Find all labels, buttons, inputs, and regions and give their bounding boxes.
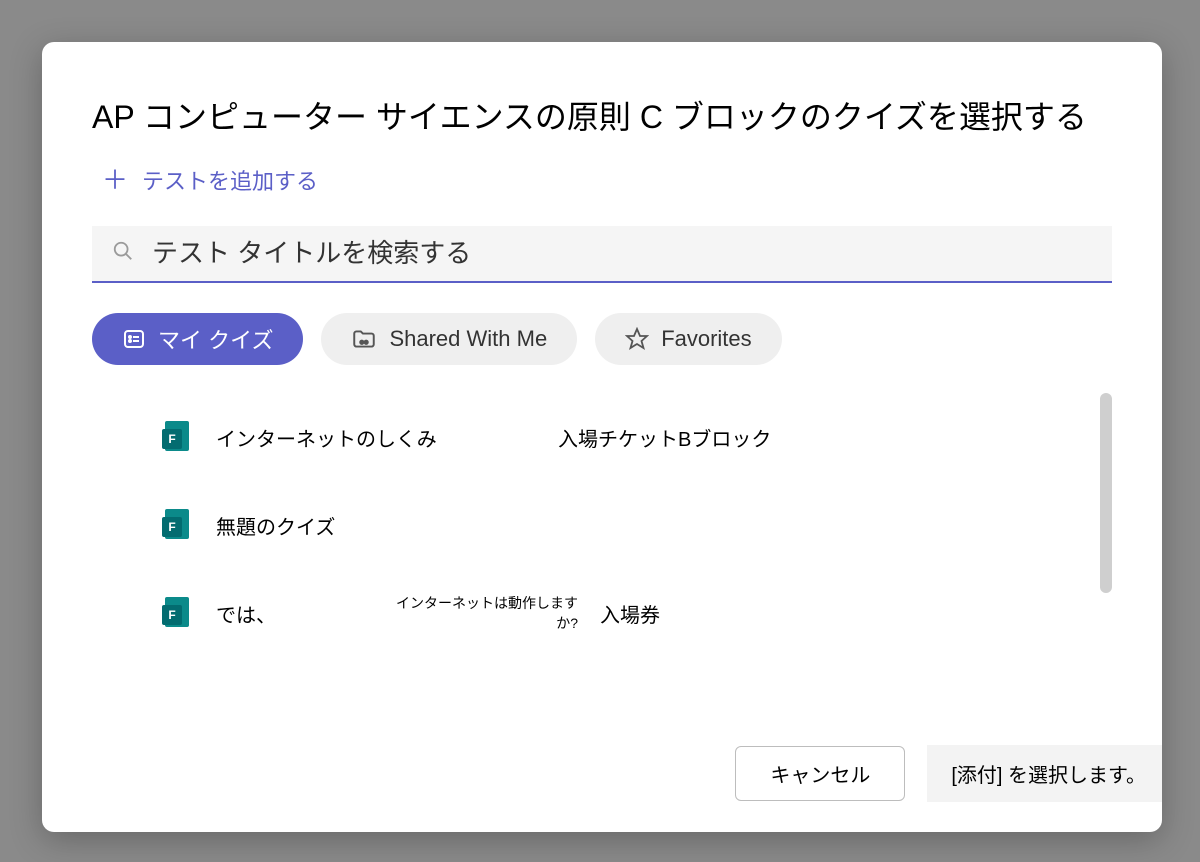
folder-shared-icon bbox=[351, 326, 377, 352]
tab-favorites[interactable]: Favorites bbox=[595, 313, 781, 365]
add-test-label: テストを追加する bbox=[142, 164, 318, 196]
quiz-list: F インターネットのしくみ 入場チケットBブロック F 無題のクイズ F では、… bbox=[92, 393, 1112, 657]
add-test-button[interactable]: ＋ テストを追加する bbox=[102, 164, 318, 196]
tab-my-quizzes[interactable]: マイ クイズ bbox=[92, 313, 303, 365]
cancel-button[interactable]: キャンセル bbox=[735, 746, 905, 801]
tab-label: Favorites bbox=[661, 326, 751, 352]
search-input[interactable] bbox=[152, 238, 1092, 269]
tab-label: マイ クイズ bbox=[158, 323, 273, 355]
search-icon bbox=[112, 240, 134, 268]
search-bar[interactable] bbox=[92, 226, 1112, 283]
tab-label: Shared With Me bbox=[389, 326, 547, 352]
quiz-list-item[interactable]: F では、 インターネットは動作しますか? 入場券 bbox=[162, 569, 1072, 657]
quiz-note: インターネットは動作しますか? bbox=[378, 593, 578, 633]
quiz-list-item[interactable]: F 無題のクイズ bbox=[162, 481, 1072, 569]
quiz-title: では、 bbox=[216, 599, 356, 628]
attach-button[interactable]: [添付] を選択します。 bbox=[927, 745, 1162, 802]
quiz-subtitle: 入場チケットBブロック bbox=[558, 423, 771, 452]
forms-icon: F bbox=[162, 509, 194, 541]
filter-tabs: マイ クイズ Shared With Me Favorites bbox=[92, 313, 1112, 365]
star-icon bbox=[625, 327, 649, 351]
tab-shared-with-me[interactable]: Shared With Me bbox=[321, 313, 577, 365]
quiz-title: 無題のクイズ bbox=[216, 511, 536, 540]
quiz-picker-dialog: AP コンピューター サイエンスの原則 C ブロックのクイズを選択する ＋ テス… bbox=[42, 42, 1162, 832]
forms-icon: F bbox=[162, 421, 194, 453]
forms-icon: F bbox=[162, 597, 194, 629]
quiz-title: インターネットのしくみ bbox=[216, 423, 536, 452]
dialog-title: AP コンピューター サイエンスの原則 C ブロックのクイズを選択する bbox=[92, 92, 1112, 138]
quiz-list-area: F インターネットのしくみ 入場チケットBブロック F 無題のクイズ F では、… bbox=[92, 393, 1112, 725]
list-icon bbox=[122, 327, 146, 351]
quiz-list-item[interactable]: F インターネットのしくみ 入場チケットBブロック bbox=[162, 393, 1072, 481]
dialog-footer: キャンセル [添付] を選択します。 bbox=[92, 725, 1112, 802]
plus-icon: ＋ bbox=[102, 167, 128, 193]
scrollbar[interactable] bbox=[1100, 393, 1112, 593]
quiz-subtitle: 入場券 bbox=[600, 599, 660, 628]
